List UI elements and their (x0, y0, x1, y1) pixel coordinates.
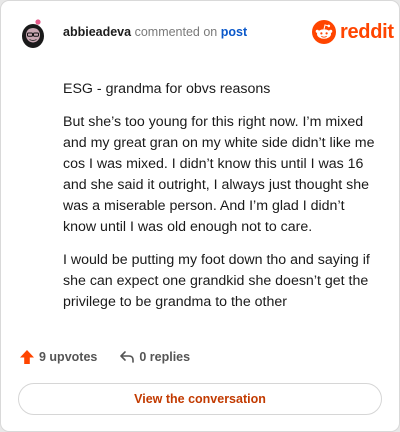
reddit-logo[interactable]: reddit (312, 20, 394, 44)
comment-paragraph: But she’s too young for this right now. … (63, 114, 375, 235)
post-link[interactable]: post (221, 25, 247, 39)
upvote-count: 9 upvotes (39, 350, 98, 364)
embedded-comment-card: abbieadeva commented on post reddit ESG … (0, 0, 400, 432)
upvote-button[interactable]: 9 upvotes (19, 349, 97, 365)
comment-header: abbieadeva commented on post (63, 25, 247, 39)
username-link[interactable]: abbieadeva (63, 25, 131, 39)
reply-arrow-icon (120, 351, 135, 363)
avatar-image (17, 17, 49, 49)
comment-actions: 9 upvotes 0 replies (19, 349, 190, 365)
replies-button[interactable]: 0 replies (119, 349, 190, 365)
comment-paragraph: I would be putting my foot down tho and … (63, 252, 370, 310)
comment-body: ESG - grandma for obvs reasons But she’s… (63, 79, 379, 325)
reddit-wordmark: reddit (340, 20, 394, 43)
upvote-arrow-icon (20, 350, 34, 364)
action-text: commented on (134, 25, 218, 39)
avatar[interactable] (17, 17, 49, 49)
reply-count: 0 replies (139, 350, 191, 364)
comment-paragraph: ESG - grandma for obvs reasons (63, 81, 271, 97)
view-conversation-button[interactable]: View the conversation (18, 383, 382, 415)
reddit-snoo-icon (312, 20, 336, 44)
